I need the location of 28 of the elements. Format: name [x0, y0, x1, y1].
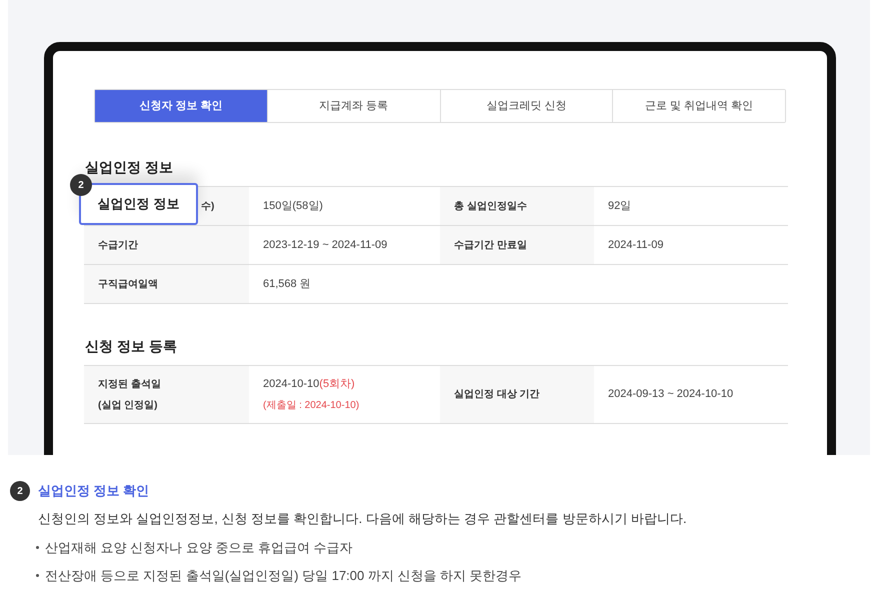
step-badge: 2 — [70, 174, 92, 196]
field-label: 구직급여일액 — [98, 278, 158, 292]
field-value: 92일 — [608, 198, 632, 214]
field-label: (실업 인정일) — [98, 398, 158, 412]
field-value: 2024-09-13 ~ 2024-10-10 — [608, 387, 734, 402]
field-value: 61,568 원 — [263, 276, 311, 292]
bullet-text: 산업재해 요양 신청자나 요양 중으로 휴업급여 수급자 — [45, 538, 353, 556]
field-label: 수) — [201, 200, 214, 214]
bullet-icon — [36, 546, 39, 549]
tab[interactable]: 신청자 정보 확인 — [95, 90, 267, 122]
field-label: 실업인정 대상 기간 — [454, 388, 540, 402]
field-label: 총 실업인정일수 — [454, 200, 527, 214]
step-badge: 2 — [10, 481, 30, 501]
field-label: 수급기간 만료일 — [454, 238, 527, 252]
description-title: 실업인정 정보 확인 — [38, 482, 150, 500]
section-title: 신청 정보 등록 — [84, 337, 178, 356]
field-value: (제출일 : 2024-10-10) — [263, 399, 360, 414]
field-label: 수급기간 — [98, 238, 138, 252]
bullet-text: 전산장애 등으로 지정된 출석일(실업인정일) 당일 17:00 까지 신청을 하지 못한경우 — [45, 567, 522, 585]
field-value: 2024-10-10(5회차) — [263, 376, 355, 392]
field-value: 2024-11-09 — [608, 238, 664, 253]
section-title: 실업인정 정보 — [84, 158, 174, 177]
field-value: 2023-12-19 ~ 2024-11-09 — [263, 238, 388, 253]
field-label: 지정된 출석일 — [98, 378, 161, 392]
description-text: 신청인의 정보와 실업인정정보, 신청 정보를 확인합니다. 다음에 해당하는 경우 관할센터를 방문하시기 바랍니다. — [38, 510, 687, 528]
tab[interactable]: 근로 및 취업내역 확인 — [612, 90, 785, 122]
field-value: 150일(58일) — [263, 198, 323, 214]
bullet-icon — [36, 574, 39, 578]
